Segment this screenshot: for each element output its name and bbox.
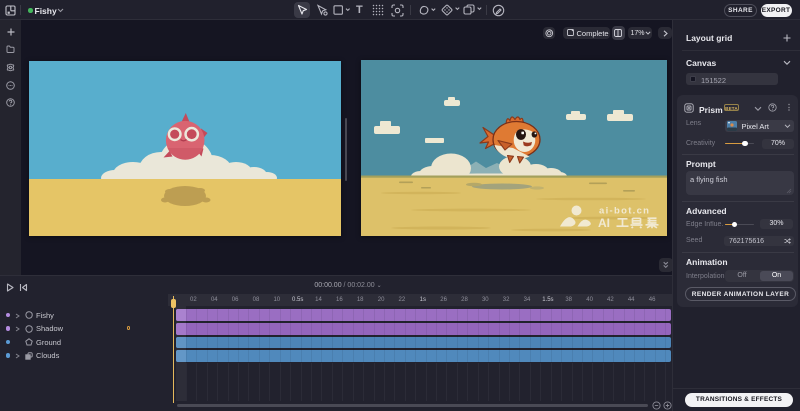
svg-text:AI: AI [598,216,610,230]
svg-text:ai-bot.cn: ai-bot.cn [599,206,650,217]
